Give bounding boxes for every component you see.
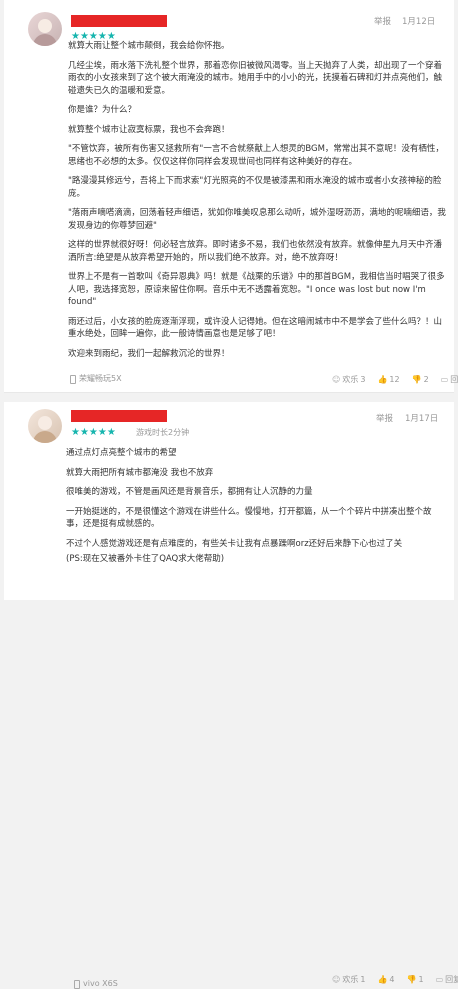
avatar-face xyxy=(38,416,52,430)
comment-button[interactable]: 👍 4 xyxy=(377,975,394,985)
like-button[interactable]: ☺ 欢乐 1 xyxy=(332,975,365,985)
reply-icon: ▭ xyxy=(435,975,444,984)
user-avatar[interactable] xyxy=(28,409,62,443)
like-label: 欢乐 xyxy=(342,375,359,384)
phone-icon xyxy=(74,979,80,989)
device-name: 荣耀畅玩5X xyxy=(79,374,122,383)
review-paragraph: 就算大雨让整个城市颠倒，我会给你怀抱。 xyxy=(68,41,230,51)
phone-icon xyxy=(70,374,76,384)
thumbs-down-icon: 👎 xyxy=(411,375,422,384)
review-card: ★★★★★ 举报 1月12日 就算大雨让整个城市颠倒，我会给你怀抱。 几经尘埃，… xyxy=(4,0,458,393)
device-info: vivo X6S xyxy=(74,979,118,989)
username-redacted[interactable] xyxy=(71,15,167,27)
playtime-label: 游戏时长2分钟 xyxy=(136,428,190,437)
reply-icon: ▭ xyxy=(440,375,449,384)
rating-stars: ★★★★★ xyxy=(71,427,116,438)
review-card: ★★★★★ 游戏时长2分钟 举报 1月17日 通过点灯点亮整个城市的希望 就算大… xyxy=(4,402,458,989)
like-label: 欢乐 xyxy=(342,975,359,984)
review-paragraph: 通过点灯点亮整个城市的希望 xyxy=(66,448,177,458)
thumbs-up-icon: 👍 xyxy=(377,975,388,984)
review-paragraph: "落雨声嘀嗒滴滴，回荡着轻声细语，犹如你唯美叹息那么动听，城外湿呀沥沥，满地的呢… xyxy=(68,208,446,231)
review-paragraph: 就算整个城市让寂寞标票，我也不会奔跑！ xyxy=(68,124,230,135)
thumbs-up-icon: 👍 xyxy=(377,375,388,384)
device-info: 荣耀畅玩5X xyxy=(70,374,122,384)
report-link[interactable]: 举报 xyxy=(376,414,393,424)
dislike-button[interactable]: 👎 1 xyxy=(407,975,424,985)
reply-button[interactable]: ▭ 回复 xyxy=(441,375,458,385)
review-actions: ☺ 欢乐 3 👍 12 👎 2 ▭ 回复 xyxy=(332,375,458,385)
review-paragraph: 你是谁？为什么？ xyxy=(68,105,137,115)
dislike-button[interactable]: 👎 2 xyxy=(412,375,429,385)
thumbs-down-icon: 👎 xyxy=(406,975,417,984)
like-button[interactable]: ☺ 欢乐 3 xyxy=(332,375,365,385)
avatar-face xyxy=(38,19,52,33)
dislike-count: 2 xyxy=(423,375,429,384)
reply-label: 回复 xyxy=(450,375,458,384)
review-paragraph: "不管饮弃，被所有伤害又拯救所有"一言不合就祭献上人想灵的BGM，常常出其不意呢… xyxy=(68,144,444,167)
smile-icon: ☺ xyxy=(332,975,341,984)
review-date: 1月17日 xyxy=(405,414,439,424)
review-paragraph: (PS:现在又被番外卡住了QAQ求大佬帮助) xyxy=(66,554,225,564)
review-paragraph: 这样的世界就很好呀！何必轻言放弃。即时诸多不易，我们也依然没有放弃。就像伸星九月… xyxy=(68,240,443,263)
like-count: 3 xyxy=(360,375,366,384)
review-paragraph: 不过个人感觉游戏还是有点难度的，有些关卡让我有点暴躁啊orz还好后来静下心也过了… xyxy=(66,538,403,549)
report-link[interactable]: 举报 xyxy=(374,17,391,27)
comment-count: 4 xyxy=(389,975,395,984)
review-actions: ☺ 欢乐 1 👍 4 👎 1 ▭ 回复 xyxy=(332,975,458,985)
reply-button[interactable]: ▭ 回复 xyxy=(436,975,458,985)
user-avatar[interactable] xyxy=(28,12,62,46)
smile-icon: ☺ xyxy=(332,375,341,384)
avatar-body xyxy=(33,34,57,46)
comment-button[interactable]: 👍 12 xyxy=(377,375,399,385)
dislike-count: 1 xyxy=(418,975,424,984)
review-paragraph: 一开始挺迷的，不是很懂这个游戏在讲些什么。慢慢地，打开都篇，从一个个碎片中拼凑出… xyxy=(66,506,432,530)
like-count: 1 xyxy=(360,975,366,984)
review-body: 通过点灯点亮整个城市的希望 就算大雨把所有城市都淹没 我也不放弃 很唯美的游戏，… xyxy=(66,447,446,566)
review-paragraph: 欢迎来到雨纪，我们一起解救沉沦的世界！ xyxy=(68,348,230,359)
review-paragraph: 几经尘埃，雨水落下洗礼整个世界，那着恋你旧被微风渴零。当上天抛弃了人类，却出现了… xyxy=(68,60,443,96)
reply-label: 回复 xyxy=(445,975,458,984)
review-paragraph: 就算大雨把所有城市都淹没 我也不放弃 xyxy=(66,467,214,478)
username-redacted[interactable] xyxy=(71,410,167,422)
review-paragraph: 很唯美的游戏，不管是画风还是背景音乐，都拥有让人沉静的力量 xyxy=(66,487,313,497)
device-name: vivo X6S xyxy=(83,979,118,988)
avatar-body xyxy=(33,431,57,443)
review-paragraph: 世界上不是有一首歌叫《奇异恩典》吗！就是《战栗的乐谱》中的那首BGM，我相信当时… xyxy=(68,272,445,307)
review-date: 1月12日 xyxy=(402,17,436,27)
comment-count: 12 xyxy=(389,375,400,384)
review-paragraph: 雨还过后，小女孩的脸庞逐渐浮现，或许没人记得她。但在这暗闹城市中不是学会了些什么… xyxy=(68,316,443,340)
review-paragraph: "路漫漫其修远兮，吾将上下而求索"灯光照亮的不仅是被漆黑和雨水淹没的城市或者小女… xyxy=(68,176,442,199)
review-body: 就算大雨让整个城市颠倒，我会给你怀抱。 几经尘埃，雨水落下洗礼整个世界，那着恋你… xyxy=(68,40,448,360)
